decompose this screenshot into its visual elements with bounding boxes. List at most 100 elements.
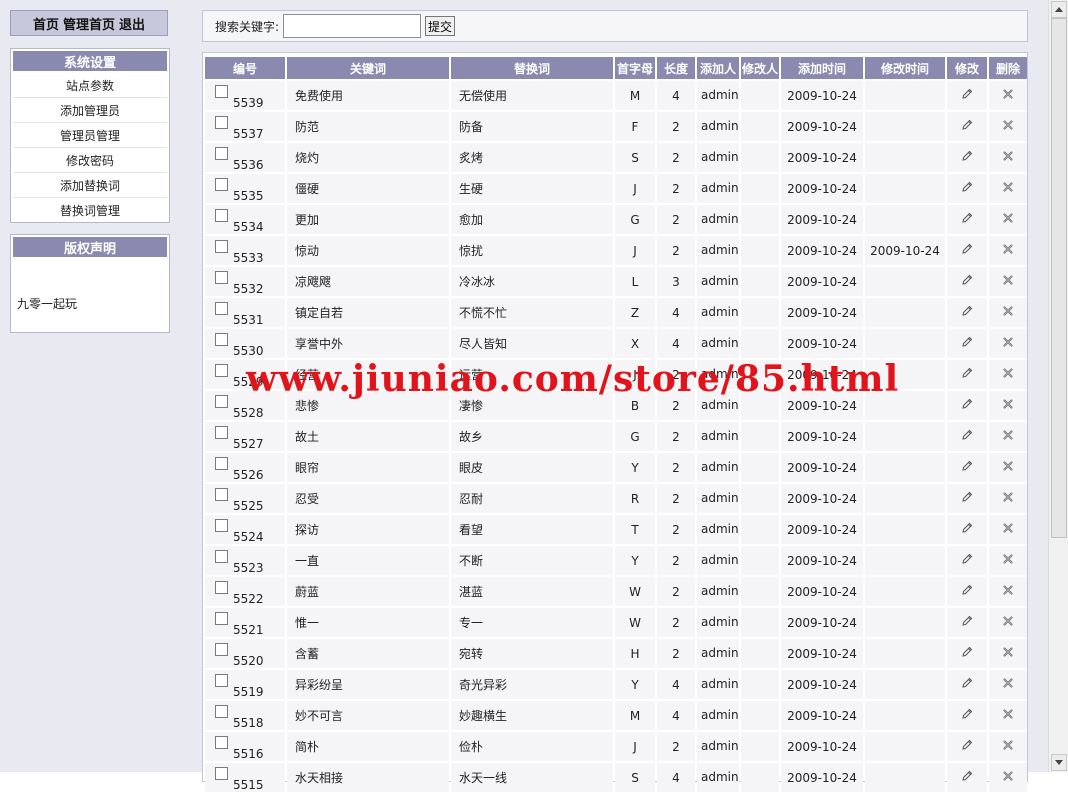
delete-x-icon[interactable] (1000, 459, 1016, 475)
pencil-icon[interactable] (959, 87, 975, 103)
cell-delete (989, 453, 1027, 482)
pencil-icon[interactable] (959, 428, 975, 444)
col-header-replace[interactable]: 替换词 (451, 57, 613, 79)
pencil-icon[interactable] (959, 552, 975, 568)
pencil-icon[interactable] (959, 304, 975, 320)
pencil-icon[interactable] (959, 242, 975, 258)
col-header-modifier[interactable]: 修改人 (741, 57, 779, 79)
delete-x-icon[interactable] (1000, 87, 1016, 103)
row-id: 5534 (233, 220, 264, 234)
vertical-scrollbar[interactable] (1048, 0, 1068, 772)
delete-x-icon[interactable] (1000, 552, 1016, 568)
delete-x-icon[interactable] (1000, 521, 1016, 537)
row-select-checkbox[interactable] (215, 395, 228, 408)
pencil-icon[interactable] (959, 583, 975, 599)
row-select-checkbox[interactable] (215, 240, 228, 253)
row-select-checkbox[interactable] (215, 426, 228, 439)
delete-x-icon[interactable] (1000, 273, 1016, 289)
pencil-icon[interactable] (959, 614, 975, 630)
row-select-checkbox[interactable] (215, 364, 228, 377)
menu-add-replace-word[interactable]: 添加替换词 (13, 173, 167, 198)
row-select-checkbox[interactable] (215, 457, 228, 470)
row-select-checkbox[interactable] (215, 488, 228, 501)
row-id: 5522 (233, 592, 264, 606)
row-select-checkbox[interactable] (215, 612, 228, 625)
submit-button[interactable]: 提交 (425, 16, 456, 36)
delete-x-icon[interactable] (1000, 769, 1016, 785)
row-select-checkbox[interactable] (215, 85, 228, 98)
delete-x-icon[interactable] (1000, 614, 1016, 630)
delete-x-icon[interactable] (1000, 118, 1016, 134)
cell-added-time: 2009-10-24 (781, 484, 863, 513)
delete-x-icon[interactable] (1000, 397, 1016, 413)
pencil-icon[interactable] (959, 118, 975, 134)
pencil-icon[interactable] (959, 490, 975, 506)
row-select-checkbox[interactable] (215, 643, 228, 656)
col-header-added-time[interactable]: 添加时间 (781, 57, 863, 79)
pencil-icon[interactable] (959, 738, 975, 754)
scrollbar-thumb[interactable] (1051, 18, 1067, 538)
col-header-adder[interactable]: 添加人 (697, 57, 739, 79)
scroll-down-arrow-icon[interactable] (1051, 754, 1067, 771)
col-header-initial[interactable]: 首字母 (615, 57, 655, 79)
row-select-checkbox[interactable] (215, 736, 228, 749)
delete-x-icon[interactable] (1000, 366, 1016, 382)
pencil-icon[interactable] (959, 180, 975, 196)
delete-x-icon[interactable] (1000, 645, 1016, 661)
row-select-checkbox[interactable] (215, 333, 228, 346)
pencil-icon[interactable] (959, 676, 975, 692)
scroll-up-arrow-icon[interactable] (1051, 1, 1067, 18)
delete-x-icon[interactable] (1000, 428, 1016, 444)
nav-logout-link[interactable]: 退出 (119, 14, 145, 33)
menu-change-password[interactable]: 修改密码 (13, 148, 167, 173)
pencil-icon[interactable] (959, 211, 975, 227)
row-select-checkbox[interactable] (215, 178, 228, 191)
pencil-icon[interactable] (959, 366, 975, 382)
cell-edit (947, 112, 987, 141)
delete-x-icon[interactable] (1000, 242, 1016, 258)
pencil-icon[interactable] (959, 707, 975, 723)
delete-x-icon[interactable] (1000, 707, 1016, 723)
pencil-icon[interactable] (959, 521, 975, 537)
delete-x-icon[interactable] (1000, 335, 1016, 351)
cell-modified-time (865, 608, 945, 637)
row-select-checkbox[interactable] (215, 550, 228, 563)
delete-x-icon[interactable] (1000, 583, 1016, 599)
pencil-icon[interactable] (959, 769, 975, 785)
pencil-icon[interactable] (959, 397, 975, 413)
col-header-keyword[interactable]: 关键词 (287, 57, 449, 79)
row-select-checkbox[interactable] (215, 271, 228, 284)
delete-x-icon[interactable] (1000, 676, 1016, 692)
delete-x-icon[interactable] (1000, 490, 1016, 506)
delete-x-icon[interactable] (1000, 738, 1016, 754)
pencil-icon[interactable] (959, 459, 975, 475)
cell-id: 5533 (205, 236, 285, 265)
row-select-checkbox[interactable] (215, 705, 228, 718)
search-input[interactable] (283, 14, 422, 38)
pencil-icon[interactable] (959, 273, 975, 289)
pencil-icon[interactable] (959, 149, 975, 165)
col-header-modified-time[interactable]: 修改时间 (865, 57, 945, 79)
pencil-icon[interactable] (959, 335, 975, 351)
nav-home-link[interactable]: 首页 (33, 14, 59, 33)
delete-x-icon[interactable] (1000, 304, 1016, 320)
row-select-checkbox[interactable] (215, 674, 228, 687)
delete-x-icon[interactable] (1000, 211, 1016, 227)
row-select-checkbox[interactable] (215, 209, 228, 222)
menu-manage-admin[interactable]: 管理员管理 (13, 123, 167, 148)
row-select-checkbox[interactable] (215, 767, 228, 780)
col-header-length[interactable]: 长度 (657, 57, 695, 79)
row-select-checkbox[interactable] (215, 519, 228, 532)
row-select-checkbox[interactable] (215, 302, 228, 315)
col-header-id[interactable]: 编号 (205, 57, 285, 79)
menu-add-admin[interactable]: 添加管理员 (13, 98, 167, 123)
row-select-checkbox[interactable] (215, 116, 228, 129)
pencil-icon[interactable] (959, 645, 975, 661)
menu-site-params[interactable]: 站点参数 (13, 73, 167, 98)
row-select-checkbox[interactable] (215, 581, 228, 594)
row-select-checkbox[interactable] (215, 147, 228, 160)
menu-manage-replace-word[interactable]: 替换词管理 (13, 198, 167, 222)
delete-x-icon[interactable] (1000, 149, 1016, 165)
delete-x-icon[interactable] (1000, 180, 1016, 196)
nav-admin-home-link[interactable]: 管理首页 (63, 14, 115, 33)
